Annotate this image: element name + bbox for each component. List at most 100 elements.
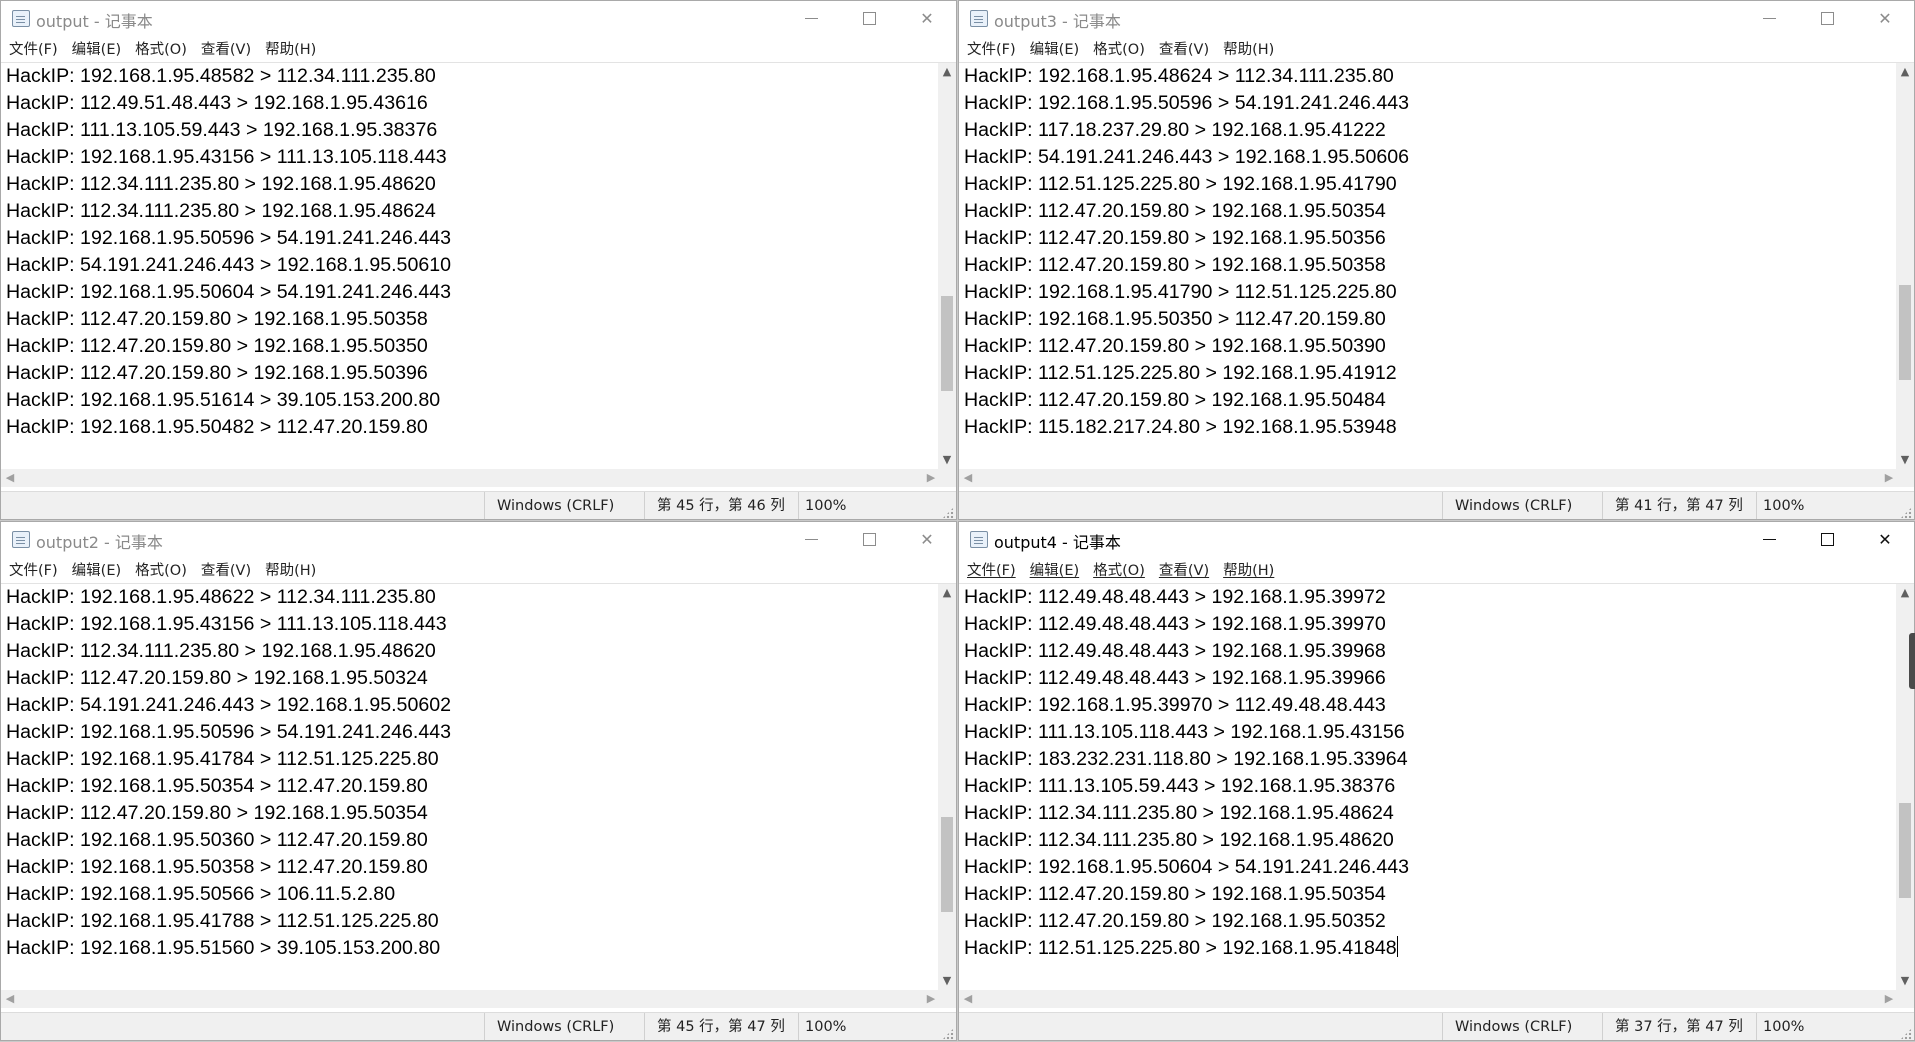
text-line-content: HackIP: 112.47.20.159.80 > 192.168.1.95.…	[964, 227, 1386, 249]
scroll-left-arrow-icon[interactable]: ◀	[1, 469, 19, 487]
horizontal-scrollbar[interactable]: ◀ ▶	[1, 990, 940, 1008]
text-line: HackIP: 115.182.217.24.80 > 192.168.1.95…	[959, 414, 1898, 441]
vertical-scroll-thumb[interactable]	[1899, 284, 1911, 380]
text-line: HackIP: 112.49.48.48.443 > 192.168.1.95.…	[959, 584, 1898, 611]
menu-format[interactable]: 格式(O)	[127, 559, 187, 583]
text-line-content: HackIP: 117.18.237.29.80 > 192.168.1.95.…	[964, 119, 1386, 141]
vertical-scroll-thumb[interactable]	[941, 816, 953, 912]
menu-file[interactable]: 文件(F)	[959, 559, 1016, 583]
text-line: HackIP: 112.47.20.159.80 > 192.168.1.95.…	[959, 387, 1898, 414]
text-line: HackIP: 192.168.1.95.50566 > 106.11.5.2.…	[1, 881, 940, 908]
vertical-scrollbar[interactable]: ▲ ▼	[938, 584, 956, 990]
vertical-scrollbar[interactable]: ▲ ▼	[938, 63, 956, 469]
minimize-button[interactable]	[1740, 522, 1798, 556]
horizontal-scrollbar[interactable]: ◀ ▶	[959, 990, 1898, 1008]
menu-edit[interactable]: 编辑(E)	[1022, 559, 1079, 583]
text-line: HackIP: 111.13.105.59.443 > 192.168.1.95…	[959, 773, 1898, 800]
text-line-content: HackIP: 112.49.48.48.443 > 192.168.1.95.…	[964, 640, 1386, 662]
title-bar[interactable]: output3 - 记事本 ✕	[959, 1, 1914, 35]
resize-grip-icon[interactable]	[942, 507, 954, 519]
maximize-button[interactable]	[1798, 522, 1856, 556]
menu-file[interactable]: 文件(F)	[959, 38, 1016, 62]
resize-grip-icon[interactable]	[942, 1028, 954, 1040]
text-line: HackIP: 112.47.20.159.80 > 192.168.1.95.…	[1, 360, 940, 387]
menu-help[interactable]: 帮助(H)	[257, 559, 316, 583]
close-button[interactable]: ✕	[898, 1, 956, 35]
menu-edit[interactable]: 编辑(E)	[64, 559, 121, 583]
menu-view[interactable]: 查看(V)	[193, 38, 251, 62]
menu-view[interactable]: 查看(V)	[193, 559, 251, 583]
text-editor[interactable]: HackIP: 192.168.1.95.48582 > 112.34.111.…	[1, 63, 940, 469]
menu-file[interactable]: 文件(F)	[1, 559, 58, 583]
scrollbar-corner	[938, 469, 956, 487]
scroll-up-arrow-icon[interactable]: ▲	[938, 584, 956, 602]
text-line-content: HackIP: 112.51.125.225.80 > 192.168.1.95…	[964, 937, 1397, 959]
text-line: HackIP: 192.168.1.95.51560 > 39.105.153.…	[1, 935, 940, 962]
menu-format[interactable]: 格式(O)	[1085, 38, 1145, 62]
scroll-down-arrow-icon[interactable]: ▼	[938, 451, 956, 469]
text-editor[interactable]: HackIP: 192.168.1.95.48624 > 112.34.111.…	[959, 63, 1898, 469]
menu-view[interactable]: 查看(V)	[1151, 38, 1209, 62]
vertical-scrollbar[interactable]: ▲ ▼	[1896, 63, 1914, 469]
text-line: HackIP: 112.47.20.159.80 > 192.168.1.95.…	[959, 881, 1898, 908]
minimize-button[interactable]	[1740, 1, 1798, 35]
menu-edit[interactable]: 编辑(E)	[1022, 38, 1079, 62]
scroll-down-arrow-icon[interactable]: ▼	[1896, 972, 1914, 990]
minimize-button[interactable]	[782, 1, 840, 35]
title-bar[interactable]: output2 - 记事本 ✕	[1, 522, 956, 556]
menu-edit[interactable]: 编辑(E)	[64, 38, 121, 62]
vertical-scroll-thumb[interactable]	[1899, 802, 1911, 898]
scroll-left-arrow-icon[interactable]: ◀	[1, 990, 19, 1008]
text-line: HackIP: 111.13.105.118.443 > 192.168.1.9…	[959, 719, 1898, 746]
scroll-left-arrow-icon[interactable]: ◀	[959, 990, 977, 1008]
close-button[interactable]: ✕	[898, 522, 956, 556]
text-line-content: HackIP: 112.34.111.235.80 > 192.168.1.95…	[6, 200, 436, 222]
close-button[interactable]: ✕	[1856, 1, 1914, 35]
maximize-button[interactable]	[840, 522, 898, 556]
window-title: output - 记事本	[36, 12, 153, 31]
scroll-down-arrow-icon[interactable]: ▼	[938, 972, 956, 990]
maximize-button[interactable]	[840, 1, 898, 35]
menu-view[interactable]: 查看(V)	[1151, 559, 1209, 583]
title-bar[interactable]: output - 记事本 ✕	[1, 1, 956, 35]
vertical-scroll-thumb[interactable]	[941, 295, 953, 391]
close-button[interactable]: ✕	[1856, 522, 1914, 556]
text-line: HackIP: 183.232.231.118.80 > 192.168.1.9…	[959, 746, 1898, 773]
status-bar: Windows (CRLF) 第 41 行，第 47 列 100%	[959, 491, 1914, 519]
notepad-icon	[970, 10, 988, 27]
menu-format[interactable]: 格式(O)	[127, 38, 187, 62]
text-line: HackIP: 192.168.1.95.43156 > 111.13.105.…	[1, 144, 940, 171]
scroll-up-arrow-icon[interactable]: ▲	[1896, 584, 1914, 602]
resize-grip-icon[interactable]	[1900, 1028, 1912, 1040]
status-zoom: 100%	[1756, 1013, 1898, 1040]
notepad-window-output2[interactable]: output2 - 记事本 ✕ 文件(F) 编辑(E) 格式(O) 查看(V) 帮助(H…	[0, 521, 957, 1041]
notepad-window-output4[interactable]: output4 - 记事本 ✕ 文件(F) 编辑(E) 格式(O) 查看(V) 帮助(H…	[958, 521, 1915, 1041]
text-editor[interactable]: HackIP: 112.49.48.48.443 > 192.168.1.95.…	[959, 584, 1898, 990]
text-line: HackIP: 112.47.20.159.80 > 192.168.1.95.…	[959, 252, 1898, 279]
text-line-content: HackIP: 192.168.1.95.43156 > 111.13.105.…	[6, 146, 447, 168]
status-cursor-position: 第 45 行，第 47 列	[644, 1013, 798, 1040]
maximize-button[interactable]	[1798, 1, 1856, 35]
menu-file[interactable]: 文件(F)	[1, 38, 58, 62]
screen-edge-handle[interactable]	[1909, 633, 1915, 689]
horizontal-scrollbar[interactable]: ◀ ▶	[1, 469, 940, 487]
menu-help[interactable]: 帮助(H)	[1215, 38, 1274, 62]
scroll-down-arrow-icon[interactable]: ▼	[1896, 451, 1914, 469]
text-line: HackIP: 192.168.1.95.50596 > 54.191.241.…	[959, 90, 1898, 117]
text-editor[interactable]: HackIP: 192.168.1.95.48622 > 112.34.111.…	[1, 584, 940, 990]
text-line: HackIP: 192.168.1.95.50350 > 112.47.20.1…	[959, 306, 1898, 333]
menu-help[interactable]: 帮助(H)	[257, 38, 316, 62]
scroll-up-arrow-icon[interactable]: ▲	[938, 63, 956, 81]
menu-format[interactable]: 格式(O)	[1085, 559, 1145, 583]
scroll-up-arrow-icon[interactable]: ▲	[1896, 63, 1914, 81]
title-bar[interactable]: output4 - 记事本 ✕	[959, 522, 1914, 556]
resize-grip-icon[interactable]	[1900, 507, 1912, 519]
minimize-icon	[1762, 17, 1776, 19]
text-line: HackIP: 112.47.20.159.80 > 192.168.1.95.…	[959, 333, 1898, 360]
scroll-left-arrow-icon[interactable]: ◀	[959, 469, 977, 487]
notepad-window-output3[interactable]: output3 - 记事本 ✕ 文件(F) 编辑(E) 格式(O) 查看(V) 帮助(H…	[958, 0, 1915, 520]
notepad-window-output[interactable]: output - 记事本 ✕ 文件(F) 编辑(E) 格式(O) 查看(V) 帮助(H)…	[0, 0, 957, 520]
menu-help[interactable]: 帮助(H)	[1215, 559, 1274, 583]
horizontal-scrollbar[interactable]: ◀ ▶	[959, 469, 1898, 487]
minimize-button[interactable]	[782, 522, 840, 556]
